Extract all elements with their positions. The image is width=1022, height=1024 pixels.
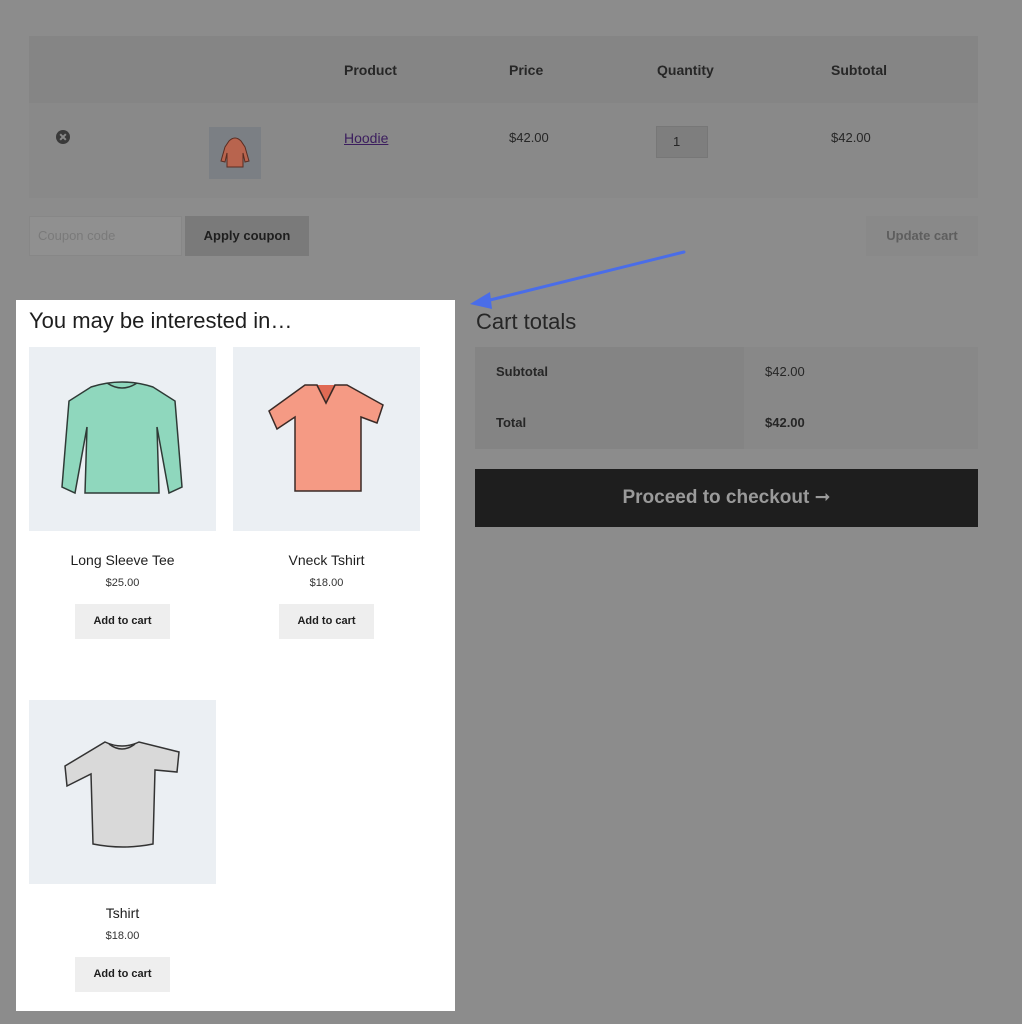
add-to-cart-button[interactable]: Add to cart — [75, 957, 170, 992]
cart-totals-table: Subtotal $42.00 Total $42.00 — [475, 347, 978, 449]
remove-item-icon[interactable] — [56, 130, 70, 144]
product-price: $18.00 — [105, 930, 140, 942]
total-label: Total — [496, 415, 527, 430]
add-to-cart-button[interactable]: Add to cart — [75, 604, 170, 639]
product-link-hoodie[interactable]: Hoodie — [344, 130, 388, 146]
total-value: $42.00 — [765, 415, 805, 430]
header-price: Price — [509, 62, 544, 78]
cross-sells-title: You may be interested in… — [29, 308, 293, 333]
subtotal-value: $42.00 — [765, 364, 805, 379]
proceed-to-checkout-button[interactable]: Proceed to checkout ➞ — [475, 469, 978, 527]
total-label-cell: Total — [475, 398, 744, 449]
product-image[interactable] — [29, 347, 216, 531]
item-subtotal: $42.00 — [831, 130, 871, 145]
coupon-input[interactable]: Coupon code — [29, 216, 182, 256]
product-card-long-sleeve-tee: Long Sleeve Tee $25.00 Add to cart — [29, 347, 216, 639]
cart-table: Product Price Quantity Subtotal Hoodie $… — [29, 36, 978, 198]
long-sleeve-tee-icon — [61, 381, 183, 495]
product-card-tshirt: Tshirt $18.00 Add to cart — [29, 700, 216, 992]
update-cart-button[interactable]: Update cart — [866, 216, 978, 256]
header-quantity: Quantity — [657, 62, 714, 78]
add-to-cart-button[interactable]: Add to cart — [279, 604, 374, 639]
tshirt-icon — [64, 741, 180, 848]
cross-sells-panel: You may be interested in… Long Sleeve Te… — [16, 300, 455, 1011]
item-price: $42.00 — [509, 130, 549, 145]
total-value-cell: $42.00 — [744, 398, 978, 449]
product-name[interactable]: Tshirt — [29, 905, 216, 921]
subtotal-label: Subtotal — [496, 364, 548, 379]
product-name[interactable]: Long Sleeve Tee — [29, 552, 216, 568]
product-card-vneck-tshirt: Vneck Tshirt $18.00 Add to cart — [233, 347, 420, 639]
hoodie-icon — [220, 137, 250, 168]
vneck-tshirt-icon — [268, 384, 384, 492]
product-image[interactable] — [29, 700, 216, 884]
subtotal-value-cell: $42.00 — [744, 347, 978, 398]
cart-table-header: Product Price Quantity Subtotal — [29, 36, 978, 103]
hoodie-thumbnail[interactable] — [209, 127, 261, 179]
subtotal-label-cell: Subtotal — [475, 347, 744, 398]
header-subtotal: Subtotal — [831, 62, 887, 78]
cart-totals-title: Cart totals — [476, 309, 577, 334]
product-name[interactable]: Vneck Tshirt — [233, 552, 420, 568]
table-row: Hoodie $42.00 1 $42.00 — [29, 103, 978, 198]
product-price: $25.00 — [105, 577, 140, 589]
header-product: Product — [344, 62, 397, 78]
apply-coupon-button[interactable]: Apply coupon — [185, 216, 309, 256]
product-image[interactable] — [233, 347, 420, 531]
product-price: $18.00 — [309, 577, 344, 589]
quantity-input[interactable]: 1 — [656, 126, 708, 158]
